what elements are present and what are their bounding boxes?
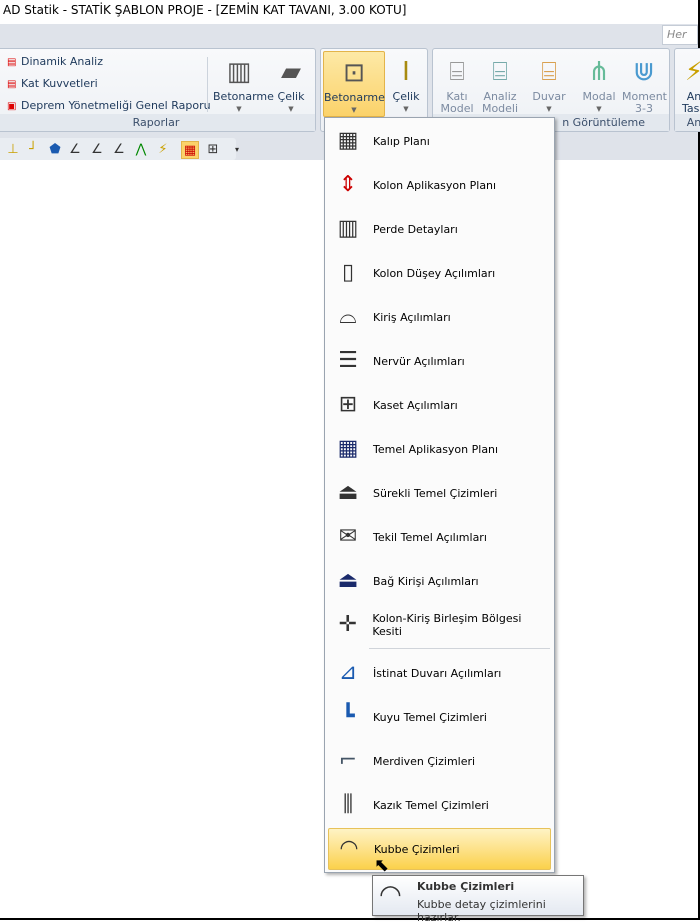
deprem-raporu-button[interactable]: ▣ Deprem Yönetmeliği Genel Raporu <box>7 99 211 112</box>
stairs-icon: ⌐ <box>338 748 358 773</box>
tooltip: ◠ Kubbe Çizimleri Kubbe detay çizimlerin… <box>372 875 584 924</box>
menu-separator <box>369 648 550 649</box>
waffle-slab-icon: ⊞ <box>338 392 358 417</box>
menu-item-istinat-duvari[interactable]: ⊿ İstinat Duvarı Açılımları <box>328 652 551 694</box>
kati-model-button[interactable]: ⌸ Katı Model <box>437 53 477 115</box>
analysis-button[interactable]: ⚡An Tasa <box>679 53 700 115</box>
dinamik-analiz-button[interactable]: ▤ Dinamik Analiz <box>7 55 103 68</box>
menu-item-tekil-temel[interactable]: ✉ Tekil Temel Açılımları <box>328 516 551 558</box>
group-raporlar: ▤ Dinamik Analiz ▤ Kat Kuvvetleri ▣ Deprem … <box>0 48 316 132</box>
solid-model-icon: ⌸ <box>449 57 465 87</box>
pile-foundation-icon: ⫼ <box>342 792 354 817</box>
ribbon-tab-strip <box>0 24 698 46</box>
help-search-input[interactable]: Her <box>662 25 698 45</box>
analysis-model-icon: ⌸ <box>492 57 508 87</box>
joist-icon: ☰ <box>338 348 358 373</box>
group-label: Raporlar <box>0 114 315 131</box>
menu-item-kubbe[interactable]: ◠ Kubbe Çizimleri <box>328 828 551 870</box>
analiz-modeli-button[interactable]: ⌸ Analiz Modeli <box>479 53 521 115</box>
rapor-celik-button[interactable]: ▰ Çelik ▼ <box>271 53 311 115</box>
tag-tool-icon[interactable]: ⬟ <box>46 141 64 159</box>
menu-item-kiris[interactable]: ⌓ Kiriş Açılımları <box>328 296 551 338</box>
rapor-betonarme-button[interactable]: ▥ Betonarme ▼ <box>213 53 274 115</box>
steel-report-icon: ▰ <box>281 57 301 87</box>
i-beam-icon: I <box>402 57 410 87</box>
shear-wall-icon: ▥ <box>337 216 359 241</box>
well-foundation-icon: ┗ <box>341 704 355 729</box>
moment-icon: ⋓ <box>633 57 655 87</box>
lightning-tool-icon[interactable]: ⚡ <box>154 141 172 159</box>
menu-item-merdiven[interactable]: ⌐ Merdiven Çizimleri <box>328 740 551 782</box>
foundation-plan-icon: ▦ <box>337 436 359 461</box>
tie-beam-icon: ⏏ <box>337 568 359 593</box>
menu-item-kuyu-temel[interactable]: ┗ Kuyu Temel Çizimleri <box>328 696 551 738</box>
menu-item-surekli-temel[interactable]: ⏏ Sürekli Temel Çizimleri <box>328 472 551 514</box>
tooltip-title: Kubbe Çizimleri <box>417 880 515 893</box>
dome-icon: ◠ <box>379 880 402 910</box>
duvar-button[interactable]: ⌸ Duvar ▼ <box>529 53 569 115</box>
menu-item-perde-detaylari[interactable]: ▥ Perde Detayları <box>328 208 551 250</box>
modal-button[interactable]: ⋔ Modal ▼ <box>579 53 619 115</box>
dome-icon: ◠ <box>339 836 359 861</box>
grid-tool-icon[interactable]: ⊞ <box>204 141 222 159</box>
menu-item-kaset[interactable]: ⊞ Kaset Açılımları <box>328 384 551 426</box>
kat-kuvvetleri-button[interactable]: ▤ Kat Kuvvetleri <box>7 77 98 90</box>
menu-item-kolon-dusey[interactable]: ▯ Kolon Düşey Açılımları <box>328 252 551 294</box>
shear-wall-tool-icon[interactable]: ┘ <box>24 141 42 159</box>
column-report-icon: ▥ <box>226 57 252 87</box>
menu-item-kolon-aplikasyon[interactable]: ⇕ Kolon Aplikasyon Planı <box>328 164 551 206</box>
retaining-wall-icon: ⊿ <box>338 660 358 685</box>
joint-section-icon: ✛ <box>338 612 357 637</box>
app-window: AD Statik - STATİK ŞABLON PROJE - [ZEMİN… <box>0 0 700 924</box>
tooltip-description: Kubbe detay çizimlerini hazırlar. <box>417 898 546 924</box>
menu-item-kalip-plani[interactable]: ▦ Kalıp Planı <box>328 120 551 162</box>
mouse-cursor-icon: ⬉ <box>374 855 390 876</box>
strip-footing-icon: ⏏ <box>337 480 359 505</box>
wall-icon: ⌸ <box>541 57 557 87</box>
grid-red-tool-icon[interactable]: ▦ <box>181 141 199 159</box>
menu-item-temel-aplikasyon[interactable]: ▦ Temel Aplikasyon Planı <box>328 428 551 470</box>
pdf-icon: ▣ <box>7 101 17 112</box>
frame-drawing-icon: ⊡ <box>343 58 365 88</box>
cizim-betonarme-button[interactable]: ⊡ Betonarme ▼ <box>323 51 385 117</box>
curve-q-tool-icon[interactable]: ∠ <box>110 141 128 159</box>
group-label: An <box>675 114 700 131</box>
curve-tool-icon[interactable]: ∠ <box>66 141 84 159</box>
menu-item-bag-kirisi[interactable]: ⏏ Bağ Kirişi Açılımları <box>328 560 551 602</box>
spectrum-tool-icon[interactable]: ⋀ <box>132 141 150 159</box>
menu-item-nervur[interactable]: ☰ Nervür Açılımları <box>328 340 551 382</box>
moment-button[interactable]: ⋓ Moment 3-3 <box>621 53 667 115</box>
report-icon: ▤ <box>7 79 17 90</box>
curve-p-tool-icon[interactable]: ∠ <box>88 141 106 159</box>
column-tool-icon[interactable]: ⊥ <box>4 141 22 159</box>
modal-icon: ⋔ <box>588 57 610 87</box>
isolated-footing-icon: ✉ <box>338 524 358 549</box>
divider <box>207 57 208 112</box>
window-title: AD Statik - STATİK ŞABLON PROJE - [ZEMİN… <box>0 0 698 24</box>
menu-item-kolon-kiris-birlesim[interactable]: ✛ Kolon-Kiriş Birleşim Bölgesi Kesiti <box>328 604 551 646</box>
grid-plan-icon: ▦ <box>337 128 359 153</box>
column-application-icon: ⇕ <box>338 172 358 197</box>
column-elevation-icon: ▯ <box>341 260 355 285</box>
cizim-celik-button[interactable]: I Çelik ▼ <box>387 53 425 115</box>
report-icon: ▤ <box>7 57 17 68</box>
group-last: ⚡An Tasa An <box>674 48 700 132</box>
beam-icon: ⌓ <box>339 304 357 329</box>
toolbar-overflow-icon[interactable]: ▾ <box>228 141 246 159</box>
menu-item-kazik-temel[interactable]: ⫼ Kazık Temel Çizimleri <box>328 784 551 826</box>
betonarme-dropdown-menu: ▦ Kalıp Planı ⇕ Kolon Aplikasyon Planı ▥ Pe… <box>324 117 555 873</box>
lightning-icon: ⚡ <box>684 57 700 87</box>
